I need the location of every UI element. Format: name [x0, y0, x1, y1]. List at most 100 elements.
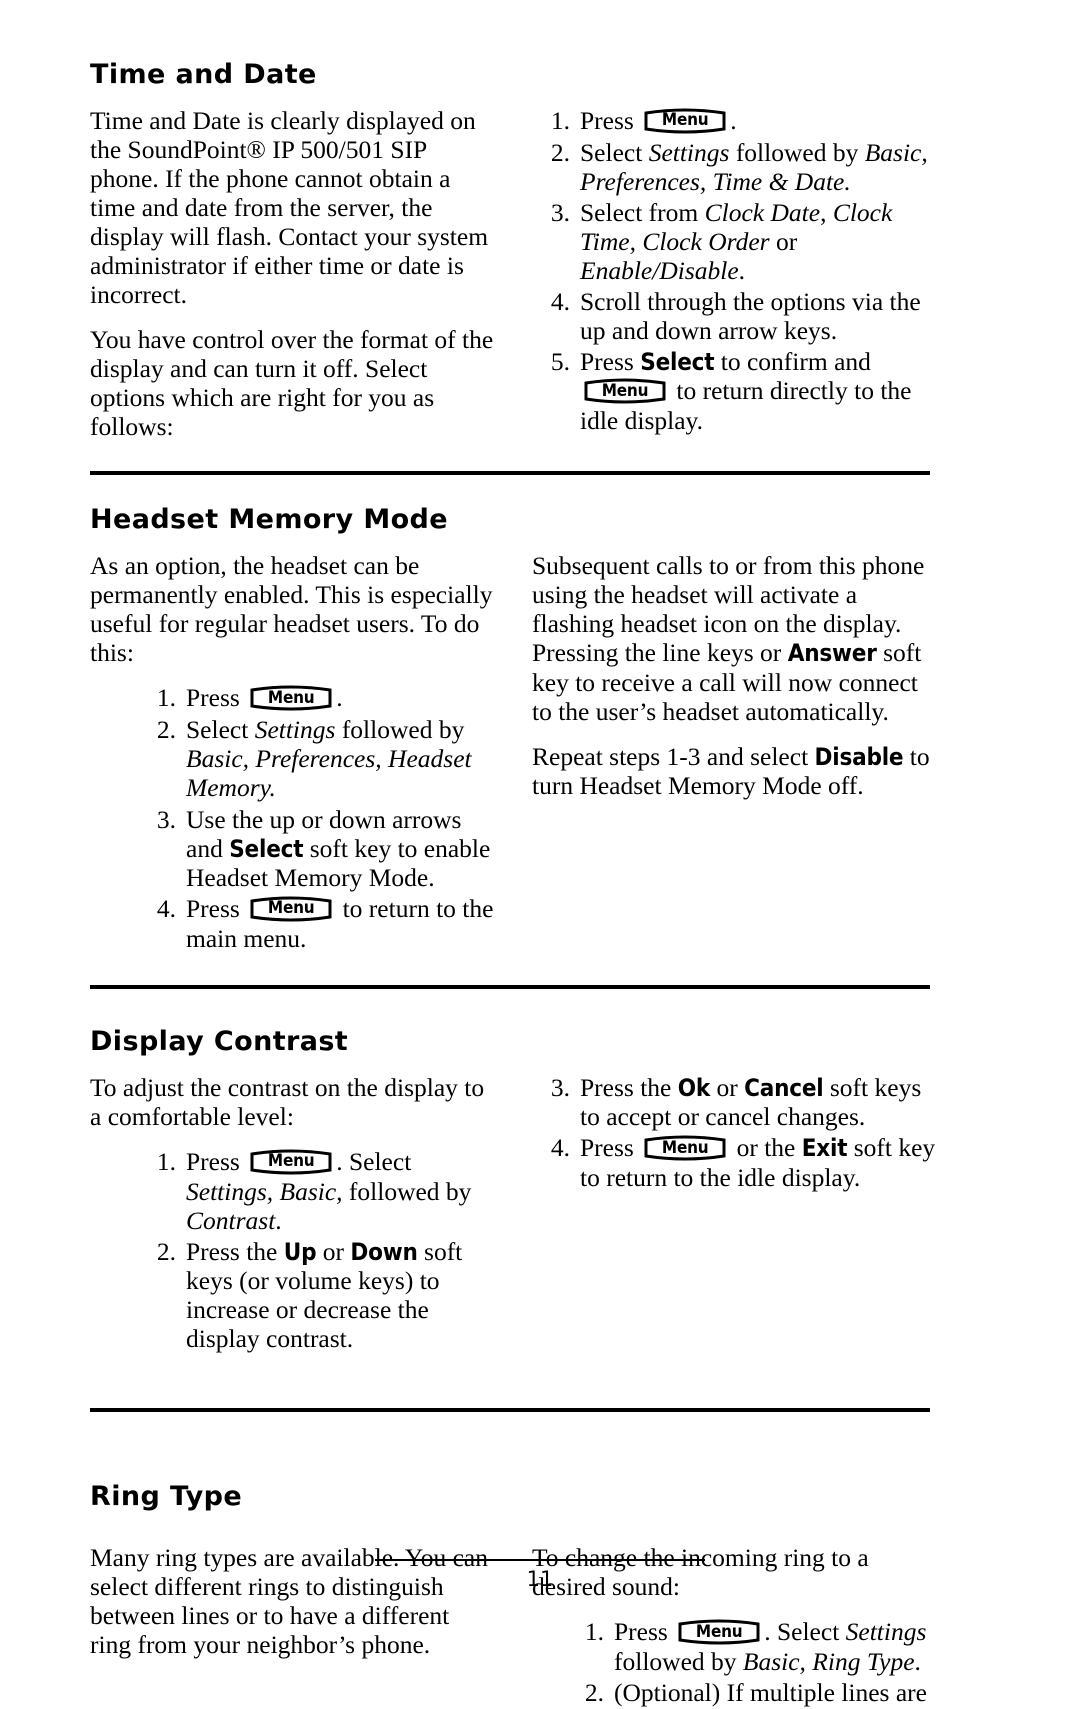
menu-key-icon: Menu: [582, 376, 668, 406]
soft-key-label: Down: [350, 1237, 418, 1266]
step-text: or: [769, 226, 798, 256]
step-number: 4.: [156, 893, 176, 923]
paragraph: You have control over the format of the …: [90, 325, 494, 442]
menu-key-label: Menu: [267, 687, 315, 708]
soft-key-label: Select: [640, 348, 715, 377]
soft-key-label: Select: [229, 834, 304, 863]
menu-key-label: Menu: [695, 1621, 743, 1642]
list-item: 2. Select Settings followed by Basic, Pre…: [138, 715, 494, 802]
list-item: 3. Press the Ok or Cancel soft keys to ac…: [532, 1073, 936, 1131]
step-number: 5.: [550, 347, 570, 377]
column-left: To adjust the contrast on the display to…: [90, 1073, 494, 1356]
step-text: . Select: [336, 1146, 412, 1176]
section-headset-memory-mode: Headset Memory Mode As an option, the he…: [90, 505, 990, 955]
column-right: 3. Press the Ok or Cancel soft keys to ac…: [532, 1073, 936, 1194]
page-footer: 11: [0, 1559, 1080, 1591]
step-text: Press the: [580, 1072, 678, 1102]
step-text: followed by: [614, 1647, 743, 1677]
menu-path-italic: Settings: [254, 715, 336, 745]
step-number: 1.: [156, 1146, 176, 1176]
step-text: . Select: [764, 1617, 846, 1647]
step-number: 4.: [550, 1133, 570, 1163]
list-item: 1. Press Menu.: [532, 106, 936, 136]
section-time-and-date: Time and Date Time and Date is clearly d…: [90, 59, 990, 442]
step-text: Select: [186, 715, 255, 745]
list-item: 4. Scroll through the options via the up …: [532, 287, 936, 345]
menu-path-italic: Settings: [648, 137, 730, 167]
menu-key-icon: Menu: [642, 1133, 728, 1163]
soft-key-label: Ok: [677, 1073, 711, 1102]
menu-path-italic: Basic, Preferences, Headset Memory.: [186, 744, 472, 803]
step-text: Press: [186, 893, 247, 923]
step-text: Scroll through the options via the up an…: [580, 287, 921, 346]
page-number: 11: [526, 1567, 554, 1591]
step-text: Press: [580, 1133, 641, 1163]
step-text-tail: .: [275, 1205, 282, 1235]
step-text: Select from: [580, 197, 705, 227]
menu-key-label: Menu: [267, 1151, 315, 1172]
step-text: or: [316, 1236, 351, 1266]
list-item: 1. Press Menu . Select Settings, Basic, fo…: [138, 1147, 494, 1235]
step-text: Press the: [186, 1236, 284, 1266]
list-item: 2. Select Settings followed by Basic, Pre…: [532, 138, 936, 196]
list-item: 1. Press Menu.: [138, 683, 494, 713]
two-column-layout: As an option, the headset can be permane…: [90, 551, 990, 955]
step-list: 1. Press Menu . Select Settings followed b…: [566, 1617, 936, 1707]
step-text-tail: .: [738, 255, 746, 285]
step-text: Press: [186, 683, 247, 713]
list-item: 5. Press Select to confirm and Menu to re…: [532, 347, 936, 435]
section-title-ring-type: Ring Type: [90, 1480, 243, 1512]
step-text: followed by: [335, 715, 465, 745]
two-column-layout: To adjust the contrast on the display to…: [90, 1073, 990, 1356]
step-number: 3.: [550, 197, 570, 227]
step-number: 3.: [550, 1072, 570, 1102]
list-item: 1. Press Menu . Select Settings followed b…: [566, 1617, 936, 1676]
soft-key-label: Disable: [814, 742, 904, 771]
list-item: 4. Press Menu or the Exit soft key to ret…: [532, 1133, 936, 1192]
step-text: Press: [614, 1617, 675, 1647]
step-list: 3. Press the Ok or Cancel soft keys to ac…: [532, 1073, 936, 1192]
list-item: 3. Use the up or down arrows and Select s…: [138, 805, 494, 892]
step-number: 2.: [156, 1236, 176, 1266]
step-text: (Optional) If multiple lines are: [614, 1678, 927, 1708]
step-text: Select: [580, 137, 649, 167]
menu-key-label: Menu: [661, 110, 709, 131]
step-text-tail: .: [914, 1647, 921, 1677]
menu-key-icon: Menu: [248, 1147, 334, 1177]
step-list: 1. Press Menu. 2. Select Settings followed…: [138, 683, 494, 953]
step-number: 1.: [156, 683, 176, 713]
section-title-time-and-date: Time and Date: [90, 59, 317, 90]
section-title-display-contrast: Display Contrast: [90, 1026, 349, 1058]
step-number: 2.: [156, 715, 176, 745]
paragraph: Time and Date is clearly displayed on th…: [90, 105, 489, 310]
step-text: Press: [186, 1146, 247, 1176]
step-number: 3.: [156, 804, 176, 834]
step-text: ,: [820, 197, 833, 227]
column-right: 1. Press Menu. 2. Select Settings followed…: [532, 106, 936, 438]
menu-key-icon: Menu: [642, 106, 728, 136]
step-text: to confirm and: [714, 347, 871, 377]
soft-key-label: Cancel: [744, 1073, 824, 1102]
list-item: 2. (Optional) If multiple lines are: [566, 1678, 936, 1707]
section-ring-type: Ring Type Many ring types are available.…: [90, 1480, 990, 1709]
step-text: Press: [580, 347, 641, 377]
step-text-tail: .: [336, 683, 343, 713]
step-text-tail: .: [730, 105, 737, 135]
step-text: followed by: [342, 1176, 472, 1206]
step-number: 4.: [550, 287, 570, 316]
step-number: 1.: [584, 1617, 604, 1647]
column-left: Time and Date is clearly displayed on th…: [90, 106, 494, 442]
footer-divider: [375, 1559, 705, 1561]
step-number: 2.: [584, 1678, 604, 1708]
step-text: or: [710, 1072, 745, 1102]
menu-key-icon: Menu: [676, 1617, 762, 1647]
step-list: 1. Press Menu. 2. Select Settings followed…: [532, 106, 936, 436]
two-column-layout: Time and Date is clearly displayed on th…: [90, 106, 990, 442]
step-number: 1.: [550, 105, 570, 135]
soft-key-label: Exit: [801, 1134, 848, 1163]
paragraph: Subsequent calls to or from this phone u…: [532, 551, 925, 726]
paragraph: Repeat steps 1-3 and select Disable to t…: [532, 741, 930, 801]
step-list: 1. Press Menu . Select Settings, Basic, fo…: [138, 1147, 494, 1354]
section-display-contrast: Display Contrast To adjust the contrast …: [90, 1027, 990, 1355]
column-right: Subsequent calls to or from this phone u…: [532, 551, 936, 800]
